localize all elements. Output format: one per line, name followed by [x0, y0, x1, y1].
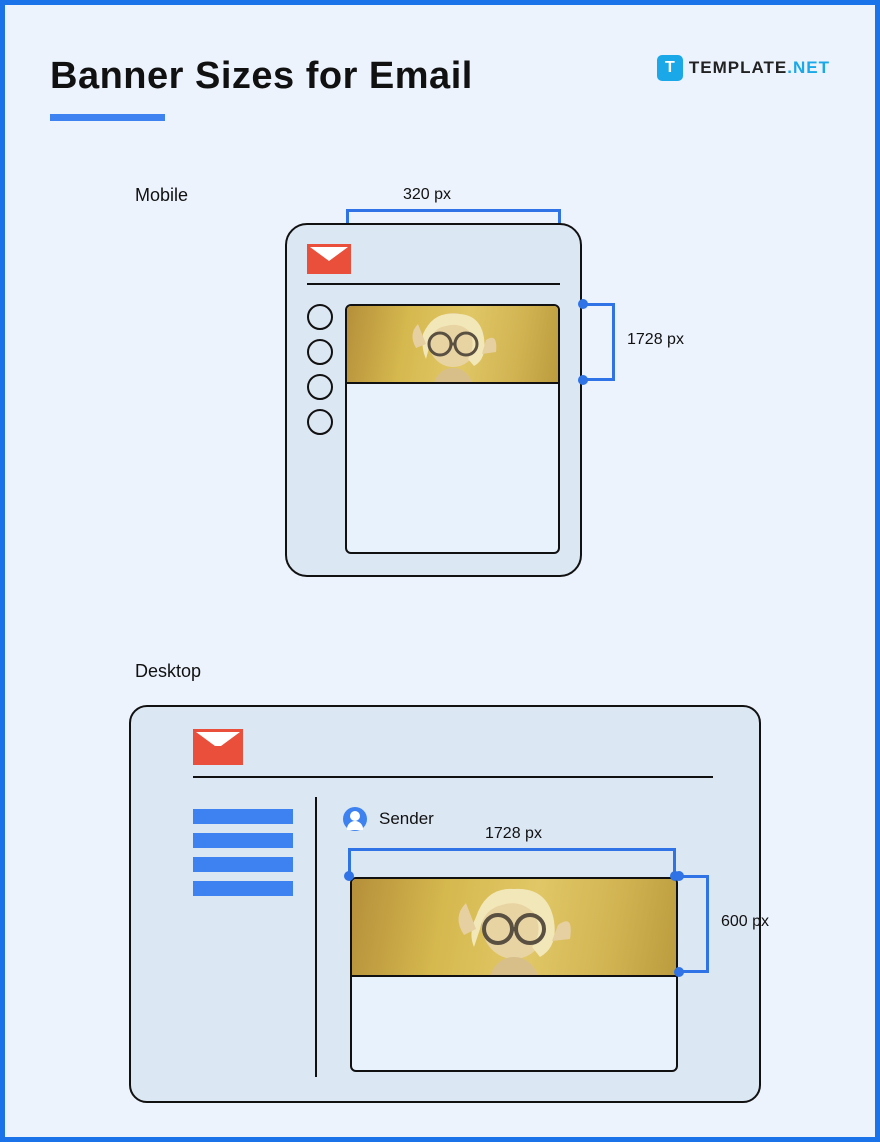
mobile-nav-circles [307, 304, 333, 435]
sidebar-item [193, 809, 293, 824]
mobile-header-divider [307, 283, 560, 285]
title-underline [50, 114, 165, 121]
desktop-height-indicator [679, 875, 709, 973]
brand-name-prefix: TEMPLATE [689, 58, 787, 77]
nav-circle [307, 409, 333, 435]
mobile-device-frame [285, 223, 582, 577]
mobile-banner-image [347, 306, 558, 384]
mobile-height-value: 1728 px [627, 331, 684, 349]
sidebar-item [193, 857, 293, 872]
sidebar-item [193, 833, 293, 848]
nav-circle [307, 304, 333, 330]
desktop-height-value: 600 px [721, 913, 769, 931]
desktop-email-body [350, 877, 678, 1072]
desktop-header-divider [193, 776, 713, 778]
mail-icon [193, 729, 243, 765]
desktop-banner-image [352, 879, 676, 977]
mobile-section-label: Mobile [135, 185, 188, 206]
mobile-width-value: 320 px [403, 186, 451, 204]
page-title: Banner Sizes for Email [50, 55, 473, 98]
desktop-sidebar [193, 809, 293, 905]
desktop-width-value: 1728 px [485, 825, 542, 843]
mobile-email-body [345, 304, 560, 554]
mail-icon [307, 244, 351, 274]
desktop-section-label: Desktop [135, 661, 201, 682]
desktop-device-frame: Sender [129, 705, 761, 1103]
nav-circle [307, 339, 333, 365]
avatar-icon [343, 807, 367, 831]
sidebar-item [193, 881, 293, 896]
desktop-width-indicator [348, 848, 676, 876]
brand-name-suffix: .NET [787, 58, 830, 77]
brand-logo-icon: T [657, 55, 683, 81]
sender-label: Sender [379, 809, 434, 829]
nav-circle [307, 374, 333, 400]
brand-logo-block: T TEMPLATE.NET [657, 55, 830, 81]
desktop-vertical-divider [315, 797, 317, 1077]
mobile-height-indicator [583, 303, 615, 381]
